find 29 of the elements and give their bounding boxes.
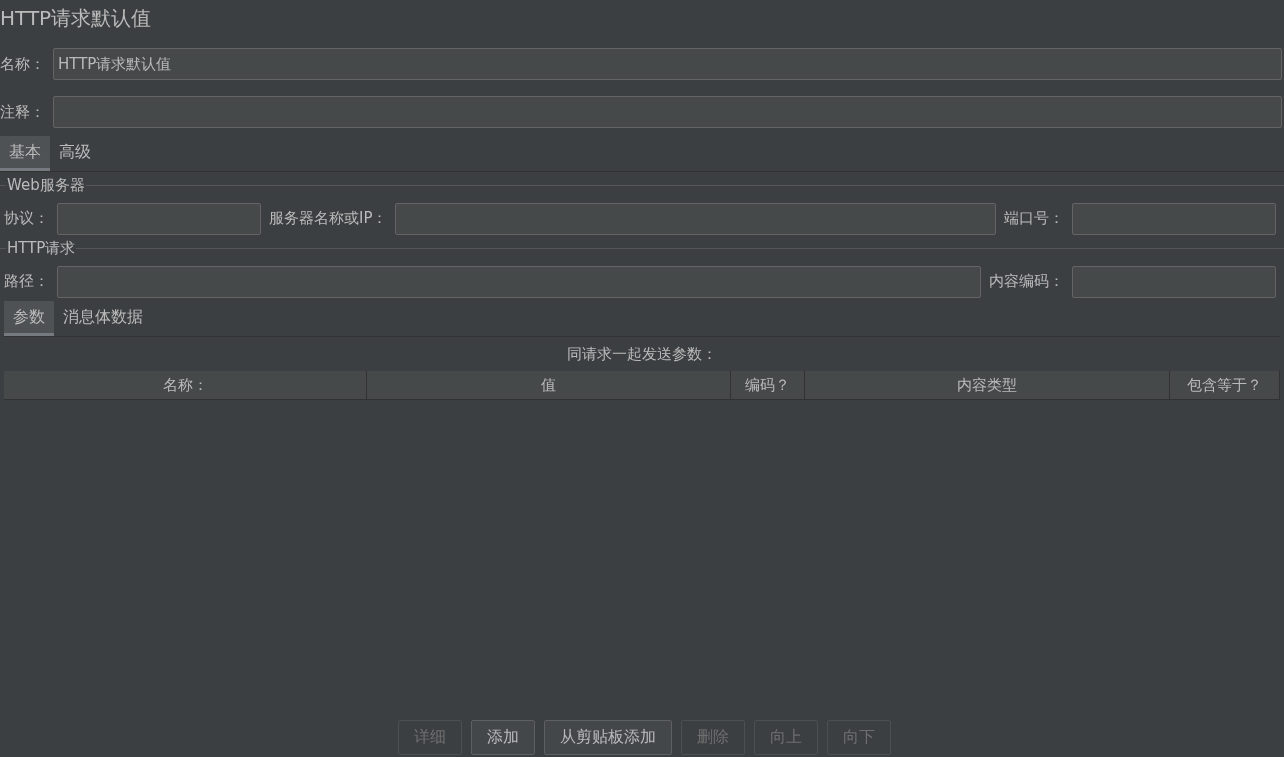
field-label: 注释：	[0, 102, 45, 122]
comment-field[interactable]	[53, 96, 1282, 128]
field-label: 端口号：	[1004, 209, 1064, 228]
column-header: 名称：	[4, 371, 367, 400]
tab[interactable]: 参数	[4, 301, 54, 336]
action-button[interactable]: 从剪贴板添加	[543, 720, 672, 755]
section-title: Web服务器	[6, 175, 86, 195]
path-field[interactable]	[57, 265, 981, 298]
name-field[interactable]: HTTP请求默认值	[53, 48, 1282, 80]
column-header: 内容类型	[805, 371, 1170, 400]
column-header: 包含等于？	[1170, 371, 1280, 400]
tab[interactable]: 高级	[50, 136, 100, 171]
field-label: 名称：	[0, 54, 45, 74]
table-caption: 同请求一起发送参数：	[566, 344, 718, 364]
column-header: 值	[367, 371, 731, 400]
port-field[interactable]	[1072, 202, 1276, 235]
panel-title: HTTP请求默认值	[0, 5, 153, 32]
field-label: 路径：	[4, 272, 49, 291]
field-label: 协议：	[4, 209, 49, 228]
column-header: 编码？	[731, 371, 805, 400]
field-label: 服务器名称或IP：	[269, 209, 388, 228]
field-label: 内容编码：	[989, 272, 1064, 291]
tab[interactable]: 消息体数据	[54, 301, 152, 336]
server-field[interactable]	[395, 202, 996, 235]
action-button[interactable]: 添加	[470, 720, 535, 755]
protocol-field[interactable]	[57, 202, 261, 235]
encoding-field[interactable]	[1072, 265, 1276, 298]
tab[interactable]: 基本	[0, 136, 50, 171]
section-title: HTTP请求	[6, 238, 77, 258]
